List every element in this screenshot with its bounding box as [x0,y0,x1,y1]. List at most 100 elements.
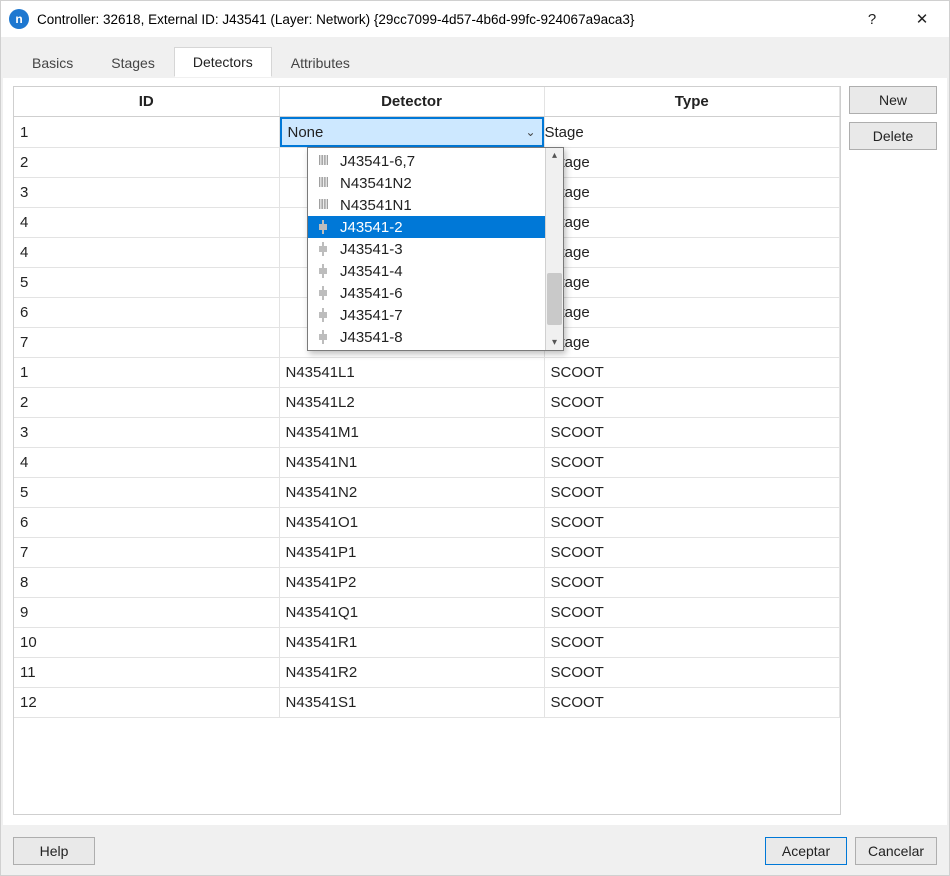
table-row[interactable]: 8N43541P2SCOOT [14,568,840,598]
cell-type[interactable]: SCOOT [544,358,840,388]
column-header-id[interactable]: ID [14,87,279,117]
cell-type[interactable]: Stage [544,238,840,268]
cell-detector[interactable]: N43541P1 [279,538,544,568]
table-row[interactable]: 5N43541N2SCOOT [14,478,840,508]
cell-id[interactable]: 8 [14,568,279,598]
cell-id[interactable]: 2 [14,388,279,418]
delete-button[interactable]: Delete [849,122,937,150]
dropdown-item[interactable]: J43541-4 [308,260,545,282]
tabstrip: BasicsStagesDetectorsAttributes [1,37,949,77]
tab-basics[interactable]: Basics [13,48,92,77]
cell-detector[interactable]: N43541N1 [279,448,544,478]
cell-detector[interactable]: N43541L2 [279,388,544,418]
accept-button[interactable]: Aceptar [765,837,847,865]
column-header-detector[interactable]: Detector [279,87,544,117]
cell-id[interactable]: 7 [14,538,279,568]
table-row[interactable]: 1N43541L1SCOOT [14,358,840,388]
cell-type[interactable]: SCOOT [544,568,840,598]
cell-detector[interactable]: N43541R1 [279,628,544,658]
cell-type[interactable]: Stage [544,268,840,298]
column-header-type[interactable]: Type [544,87,840,117]
cell-id[interactable]: 2 [14,148,279,178]
dropdown-item[interactable]: J43541-2 [308,216,545,238]
cell-type[interactable]: SCOOT [544,538,840,568]
cell-id[interactable]: 9 [14,598,279,628]
cell-detector[interactable]: N43541P2 [279,568,544,598]
detector-combobox[interactable]: None⌄ [280,117,544,147]
cell-id[interactable]: 10 [14,628,279,658]
dropdown-item[interactable]: ⦀⦀J43541-6,7 [308,150,545,172]
cell-type[interactable]: SCOOT [544,658,840,688]
dropdown-item[interactable]: J43541-3 [308,238,545,260]
cell-type[interactable]: Stage [544,148,840,178]
cell-detector[interactable]: N43541R2 [279,658,544,688]
cell-type[interactable]: Stage [544,328,840,358]
cell-id[interactable]: 4 [14,448,279,478]
dropdown-item-label: J43541-6,7 [340,153,415,170]
table-row[interactable]: 6N43541O1SCOOT [14,508,840,538]
dropdown-item[interactable]: ⦀⦀N43541N2 [308,172,545,194]
table-row[interactable]: 2N43541L2SCOOT [14,388,840,418]
cell-id[interactable]: 5 [14,268,279,298]
cell-type[interactable]: SCOOT [544,508,840,538]
detector-dropdown[interactable]: ⦀⦀J43541-6,7⦀⦀N43541N2⦀⦀N43541N1J43541-2… [307,147,564,351]
cell-id[interactable]: 11 [14,658,279,688]
cell-detector[interactable]: N43541M1 [279,418,544,448]
cell-id[interactable]: 6 [14,298,279,328]
cell-id[interactable]: 4 [14,238,279,268]
chevron-down-icon: ⌄ [525,125,535,139]
cell-type[interactable]: SCOOT [544,478,840,508]
table-row[interactable]: 1None⌄Stage [14,117,840,148]
cell-detector[interactable]: None⌄ [279,117,544,148]
cell-detector[interactable]: N43541L1 [279,358,544,388]
new-button[interactable]: New [849,86,937,114]
cell-id[interactable]: 12 [14,688,279,718]
dropdown-item[interactable]: ⦀⦀N43541N1 [308,194,545,216]
cell-type[interactable]: SCOOT [544,388,840,418]
cell-id[interactable]: 1 [14,358,279,388]
table-row[interactable]: 10N43541R1SCOOT [14,628,840,658]
cell-detector[interactable]: N43541Q1 [279,598,544,628]
cell-detector[interactable]: N43541N2 [279,478,544,508]
cell-id[interactable]: 4 [14,208,279,238]
table-row[interactable]: 4N43541N1SCOOT [14,448,840,478]
table-row[interactable]: 12N43541S1SCOOT [14,688,840,718]
dropdown-item[interactable]: J43541-7 [308,304,545,326]
help-button[interactable]: ? [851,4,893,34]
cell-id[interactable]: 1 [14,117,279,148]
cell-id[interactable]: 6 [14,508,279,538]
cell-id[interactable]: 5 [14,478,279,508]
cell-type[interactable]: SCOOT [544,448,840,478]
cell-type[interactable]: Stage [544,178,840,208]
cell-type[interactable]: SCOOT [544,688,840,718]
dropdown-scrollbar[interactable]: ▴ ▾ [545,148,563,350]
cell-detector[interactable]: N43541S1 [279,688,544,718]
cancel-button[interactable]: Cancelar [855,837,937,865]
tab-attributes[interactable]: Attributes [272,48,369,77]
dropdown-item[interactable]: J43541-8 [308,326,545,348]
table-row[interactable]: 11N43541R2SCOOT [14,658,840,688]
tab-stages[interactable]: Stages [92,48,174,77]
table-row[interactable]: 7N43541P1SCOOT [14,538,840,568]
cell-type[interactable]: SCOOT [544,628,840,658]
cell-id[interactable]: 7 [14,328,279,358]
scroll-up-icon[interactable]: ▴ [552,148,557,163]
cell-id[interactable]: 3 [14,418,279,448]
cell-type[interactable]: Stage [544,298,840,328]
scroll-down-icon[interactable]: ▾ [552,335,557,350]
dropdown-item[interactable]: J43541-6 [308,282,545,304]
table-row[interactable]: 3N43541M1SCOOT [14,418,840,448]
cell-type[interactable]: SCOOT [544,598,840,628]
cell-type[interactable]: Stage [544,117,840,148]
cell-type[interactable]: SCOOT [544,418,840,448]
dialog-window: n Controller: 32618, External ID: J43541… [0,0,950,876]
cell-detector[interactable]: N43541O1 [279,508,544,538]
table-row[interactable]: 9N43541Q1SCOOT [14,598,840,628]
cell-id[interactable]: 3 [14,178,279,208]
help-footer-button[interactable]: Help [13,837,95,865]
scroll-thumb[interactable] [547,273,562,325]
close-button[interactable]: ✕ [901,4,943,34]
scroll-track[interactable] [546,163,563,335]
tab-detectors[interactable]: Detectors [174,47,272,77]
cell-type[interactable]: Stage [544,208,840,238]
